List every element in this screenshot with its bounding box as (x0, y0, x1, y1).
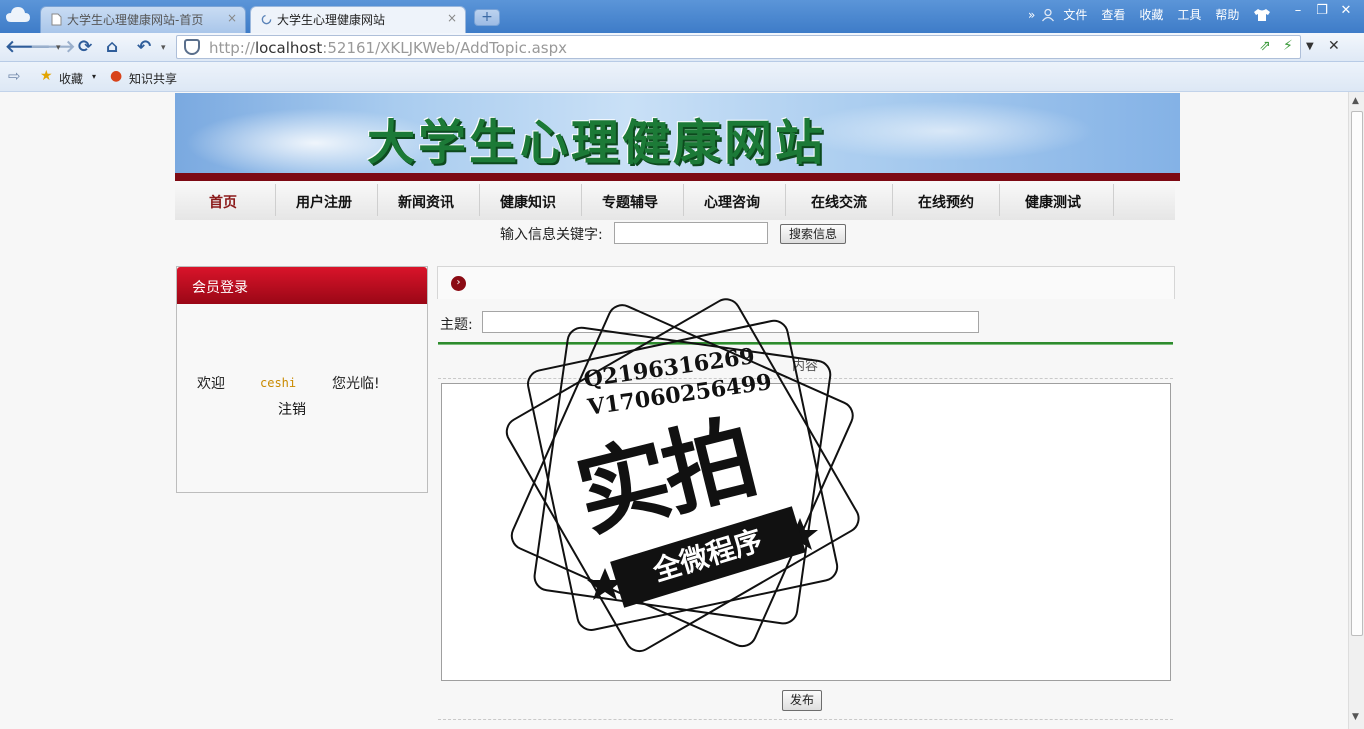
tab-label: 大学生心理健康网站 (277, 13, 386, 27)
shirt-icon[interactable] (1253, 8, 1271, 22)
login-box-title: 会员登录 (177, 267, 427, 304)
search-button[interactable]: 搜索信息 (780, 224, 846, 244)
maximize-icon[interactable]: ❐ (1310, 3, 1334, 21)
share-icon[interactable]: ⇗ (1259, 38, 1271, 54)
tab-current[interactable]: 大学生心理健康网站 × (250, 6, 466, 33)
close-icon[interactable]: ✕ (1328, 38, 1340, 54)
new-tab-button[interactable]: + (474, 9, 500, 26)
site-title: 大学生心理健康网站 (367, 115, 827, 171)
nav-booking[interactable]: 在线预约 (918, 192, 974, 212)
shield-icon (184, 39, 200, 55)
close-window-icon[interactable]: ✕ (1334, 3, 1358, 21)
url-rest: :52161/XKLJKWeb/AddTopic.aspx (322, 39, 568, 57)
favorite-knowledge-share[interactable]: 知识共享 (129, 70, 177, 87)
nav-topics[interactable]: 专题辅导 (602, 192, 658, 212)
site-banner: 大学生心理健康网站 (175, 93, 1180, 173)
banner-divider (175, 173, 1180, 181)
menu-favorites[interactable]: 收藏 (1139, 6, 1163, 23)
welcome-text: 欢迎 (197, 376, 225, 392)
favorites-label[interactable]: 收藏 (59, 70, 83, 87)
menu-help[interactable]: 帮助 (1215, 6, 1239, 23)
history-dropdown-icon[interactable]: ▾ (56, 43, 61, 53)
menu-file[interactable]: 文件 (1063, 6, 1087, 23)
url-prefix: http:// (209, 39, 255, 57)
scroll-up-icon[interactable]: ▲ (1352, 96, 1359, 106)
user-icon[interactable] (1041, 8, 1055, 22)
window-controls: – ❐ ✕ (1286, 3, 1358, 21)
nav-news[interactable]: 新闻资讯 (398, 192, 454, 212)
content-header: › (437, 266, 1175, 299)
subject-label: 主题: (440, 317, 473, 333)
page-icon (51, 13, 62, 26)
site-nav: 首页 用户注册 新闻资讯 健康知识 专题辅导 心理咨询 在线交流 在线预约 健康… (175, 181, 1175, 220)
dropdown-icon[interactable]: ▼ (1306, 41, 1314, 52)
minimize-icon[interactable]: – (1286, 3, 1310, 21)
undo-dropdown-icon[interactable]: ▾ (161, 43, 166, 53)
sidebar-toggle-icon[interactable]: ⇨ (8, 67, 21, 85)
search-label: 输入信息关键字: (500, 227, 603, 243)
menu-tools[interactable]: 工具 (1177, 6, 1201, 23)
top-menu: » 文件 查看 收藏 工具 帮助 (1028, 6, 1271, 23)
bolt-icon[interactable]: ⚡ (1283, 38, 1293, 54)
nav-knowledge[interactable]: 健康知识 (500, 192, 556, 212)
bullet-arrow-icon: › (451, 276, 466, 291)
more-icon[interactable]: » (1028, 8, 1035, 22)
refresh-icon[interactable]: ⟳ (78, 37, 92, 57)
tab-home[interactable]: 大学生心理健康网站-首页 × (40, 6, 246, 33)
forward-icon[interactable]: 🡒 (30, 37, 76, 57)
tab-label: 大学生心理健康网站-首页 (67, 13, 204, 27)
browser-titlebar: 大学生心理健康网站-首页 × 大学生心理健康网站 × + » 文件 查看 收藏 … (0, 0, 1364, 33)
vertical-scrollbar[interactable]: ▲ ▼ (1348, 92, 1364, 729)
menu-view[interactable]: 查看 (1101, 6, 1125, 23)
logout-link[interactable]: 注销 (278, 399, 306, 419)
nav-forum[interactable]: 在线交流 (811, 192, 867, 212)
star-icon: ★ (40, 68, 53, 84)
home-icon[interactable]: ⌂ (106, 37, 118, 57)
close-icon[interactable]: × (227, 11, 237, 25)
globe-icon: ● (110, 68, 123, 84)
browser-navbar: 🡐 🡒 ▾ ⟳ ⌂ ↶ ▾ http://localhost:52161/XKL… (0, 33, 1364, 62)
nav-consulting[interactable]: 心理咨询 (704, 192, 760, 212)
scrollbar-thumb[interactable] (1351, 111, 1363, 636)
member-login-box: 会员登录 欢迎 ceshi 您光临! 注销 (176, 266, 428, 493)
watermark-stamp: Q2196316269 V17060256499 实拍 全微程序 (505, 298, 860, 653)
address-bar[interactable]: http://localhost:52161/XKLJKWeb/AddTopic… (176, 35, 1301, 59)
nav-test[interactable]: 健康测试 (1025, 192, 1081, 212)
url-host: localhost (254, 39, 323, 57)
nav-register[interactable]: 用户注册 (296, 192, 352, 212)
scroll-down-icon[interactable]: ▼ (1352, 712, 1359, 722)
undo-icon[interactable]: ↶ (137, 37, 151, 57)
nav-home[interactable]: 首页 (209, 192, 237, 212)
publish-button[interactable]: 发布 (782, 690, 822, 711)
favorites-dropdown-icon[interactable]: ▾ (92, 72, 96, 81)
username: ceshi (260, 376, 297, 390)
search-input[interactable] (614, 222, 768, 244)
cloud-logo-icon[interactable] (5, 4, 31, 26)
visit-text: 您光临! (332, 376, 380, 392)
favorites-bar: ⇨ ★ 收藏 ▾ ● 知识共享 (0, 62, 1364, 92)
close-icon[interactable]: × (447, 11, 457, 25)
page-content: 大学生心理健康网站 首页 用户注册 新闻资讯 健康知识 专题辅导 心理咨询 在线… (0, 93, 1348, 729)
loading-icon (261, 14, 272, 25)
